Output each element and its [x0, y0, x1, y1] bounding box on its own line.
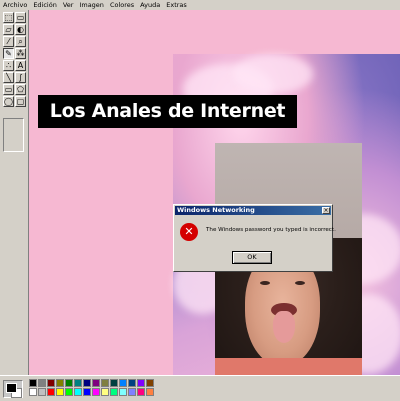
error-dialog: Windows Networking × ✕ The Windows passw…: [173, 204, 336, 272]
error-icon: ✕: [180, 223, 198, 241]
menu-item-extras[interactable]: Extras: [163, 1, 190, 9]
current-colors: [3, 380, 23, 398]
palette-swatch[interactable]: [83, 379, 91, 387]
palette-swatch[interactable]: [74, 388, 82, 396]
palette-swatch[interactable]: [38, 388, 46, 396]
pencil-icon[interactable]: ✎: [3, 48, 14, 59]
palette-swatch[interactable]: [56, 388, 64, 396]
palette-swatch[interactable]: [29, 388, 37, 396]
palette-swatch[interactable]: [110, 388, 118, 396]
select-icon[interactable]: ▭: [15, 12, 26, 23]
palette-swatch[interactable]: [119, 388, 127, 396]
brush-icon[interactable]: ⁂: [15, 48, 26, 59]
palette-swatch[interactable]: [137, 379, 145, 387]
menu-item-imagen[interactable]: Imagen: [76, 1, 106, 9]
eyedropper-icon[interactable]: ⁄: [3, 36, 14, 47]
menu-item-ayuda[interactable]: Ayuda: [137, 1, 163, 9]
palette-swatch[interactable]: [128, 388, 136, 396]
magnifier-icon[interactable]: ⌕: [15, 36, 26, 47]
palette-swatch[interactable]: [74, 379, 82, 387]
fill-icon[interactable]: ◐: [15, 24, 26, 35]
palette-swatch[interactable]: [128, 379, 136, 387]
foreground-color: [6, 383, 17, 393]
polygon-icon[interactable]: ⬠: [15, 84, 26, 95]
palette-swatch[interactable]: [83, 388, 91, 396]
airbrush-icon[interactable]: ∴: [3, 60, 14, 71]
palette-swatch[interactable]: [146, 388, 154, 396]
palette-swatch[interactable]: [92, 388, 100, 396]
palette-swatch[interactable]: [146, 379, 154, 387]
color-palette: [0, 375, 400, 401]
palette-swatch[interactable]: [119, 379, 127, 387]
tool-options-box[interactable]: [3, 118, 24, 152]
rounded-rect-icon[interactable]: ▢: [15, 96, 26, 107]
palette-swatch[interactable]: [56, 379, 64, 387]
close-icon[interactable]: ×: [322, 207, 330, 214]
palette-swatch[interactable]: [65, 388, 73, 396]
dialog-message: The Windows password you typed is incorr…: [206, 227, 336, 233]
palette-swatch[interactable]: [92, 379, 100, 387]
palette-swatch[interactable]: [38, 379, 46, 387]
free-select-icon[interactable]: ⬚: [3, 12, 14, 23]
drawing-canvas[interactable]: Los Anales de Internet Windows Networkin…: [29, 10, 400, 375]
ok-button[interactable]: OK: [232, 251, 272, 264]
palette-swatches: [29, 379, 154, 396]
palette-swatch[interactable]: [47, 379, 55, 387]
menu-item-edición[interactable]: Edición: [30, 1, 60, 9]
palette-swatch[interactable]: [29, 379, 37, 387]
rectangle-icon[interactable]: ▭: [3, 84, 14, 95]
palette-swatch[interactable]: [137, 388, 145, 396]
menu-item-ver[interactable]: Ver: [60, 1, 77, 9]
palette-swatch[interactable]: [65, 379, 73, 387]
palette-swatch[interactable]: [101, 388, 109, 396]
menu-item-archivo[interactable]: Archivo: [0, 1, 30, 9]
toolbox: ⬚ ▭ ▱ ◐ ⁄ ⌕ ✎ ⁂ ∴ A ╲ ∫ ▭ ⬠ ◯ ▢: [0, 10, 29, 375]
curve-icon[interactable]: ∫: [15, 72, 26, 83]
ellipse-icon[interactable]: ◯: [3, 96, 14, 107]
palette-swatch[interactable]: [101, 379, 109, 387]
palette-swatch[interactable]: [110, 379, 118, 387]
text-icon[interactable]: A: [15, 60, 26, 71]
palette-swatch[interactable]: [47, 388, 55, 396]
menu-item-colores[interactable]: Colores: [107, 1, 137, 9]
canvas-title: Los Anales de Internet: [49, 100, 286, 122]
eraser-icon[interactable]: ▱: [3, 24, 14, 35]
line-icon[interactable]: ╲: [3, 72, 14, 83]
dialog-title: Windows Networking: [175, 206, 331, 215]
